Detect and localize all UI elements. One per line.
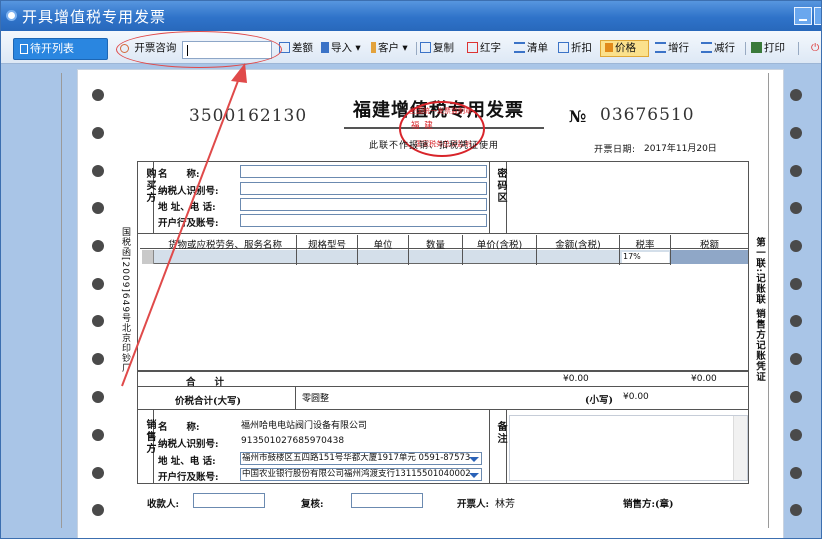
annotation-arrow-line bbox=[121, 72, 242, 387]
invoice-window: 开具增值税专用发票 待开列表 开票咨询 差额 导入 ▾ 客户 ▾ 复制 红字 清… bbox=[0, 0, 822, 539]
annotation-arrow-head bbox=[231, 63, 247, 83]
annotation-arrow-layer bbox=[121, 63, 247, 387]
